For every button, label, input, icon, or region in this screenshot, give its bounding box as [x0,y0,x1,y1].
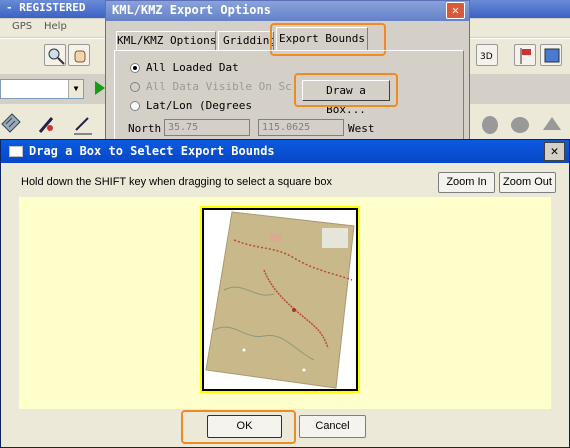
north-field[interactable]: 35.75 [164,119,250,136]
layers-icon[interactable] [540,112,564,136]
zoom-tool-icon[interactable] [44,44,66,66]
radio-lat-lon-degrees[interactable] [130,101,140,111]
map-viewer[interactable] [19,197,551,409]
north-label: North [128,122,162,135]
background-title: - REGISTERED [6,1,86,14]
radio-lat-lon-degrees-label: Lat/Lon (Degrees [146,99,252,112]
measure-icon[interactable] [508,112,532,136]
pencil-tool-icon[interactable] [36,112,58,136]
kml-dialog-title: KML/KMZ Export Options [112,3,271,17]
drag-dialog-title: Drag a Box to Select Export Bounds [29,144,275,158]
tab-gridding[interactable]: Gridding [218,31,274,51]
edit-line-icon[interactable] [72,112,94,136]
close-icon[interactable]: ✕ [446,2,465,19]
zoom-in-button[interactable]: Zoom In [438,172,495,193]
radio-all-loaded-data[interactable] [130,63,140,73]
close-icon[interactable]: ✕ [544,142,565,161]
bound-value-field[interactable]: 115.0625 [258,119,344,136]
flag-icon[interactable] [514,44,536,66]
menu-gps[interactable]: GPS [12,21,32,32]
pan-hand-icon[interactable] [478,112,502,136]
chevron-down-icon[interactable]: ▼ [68,80,83,98]
radio-all-loaded-data-label: All Loaded Dat [146,61,239,74]
instruction-text: Hold down the SHIFT key when dragging to… [21,176,333,188]
kml-dialog-title-bar[interactable]: KML/KMZ Export Options ✕ [106,1,469,21]
map-selection-box[interactable] [200,206,360,393]
map-preview-image [205,211,355,389]
drag-dialog-title-bar[interactable]: Drag a Box to Select Export Bounds ✕ [1,140,569,163]
kml-export-options-dialog: KML/KMZ Export Options ✕ KML/KMZ Options… [105,0,470,143]
window-icon[interactable] [540,44,562,66]
zoom-out-button[interactable]: Zoom Out [499,172,556,193]
drag-box-dialog: Drag a Box to Select Export Bounds ✕ Hol… [0,139,570,448]
ok-button-highlight [181,410,296,444]
hand-tool-icon[interactable] [68,44,90,66]
svg-text:3D: 3D [480,52,493,62]
cancel-button[interactable]: Cancel [299,415,366,438]
tab-kml-kmz-options[interactable]: KML/KMZ Options [116,31,216,51]
3d-view-icon[interactable]: 3D [476,44,498,66]
radio-all-data-visible-label: All Data Visible On Sc [146,80,292,93]
radio-all-data-visible[interactable] [130,82,140,92]
menu-help[interactable]: Help [44,21,67,32]
west-label: West [348,122,375,135]
window-icon [9,146,23,157]
grid-tool-icon[interactable] [0,112,22,136]
draw-box-button-highlight [294,73,398,107]
